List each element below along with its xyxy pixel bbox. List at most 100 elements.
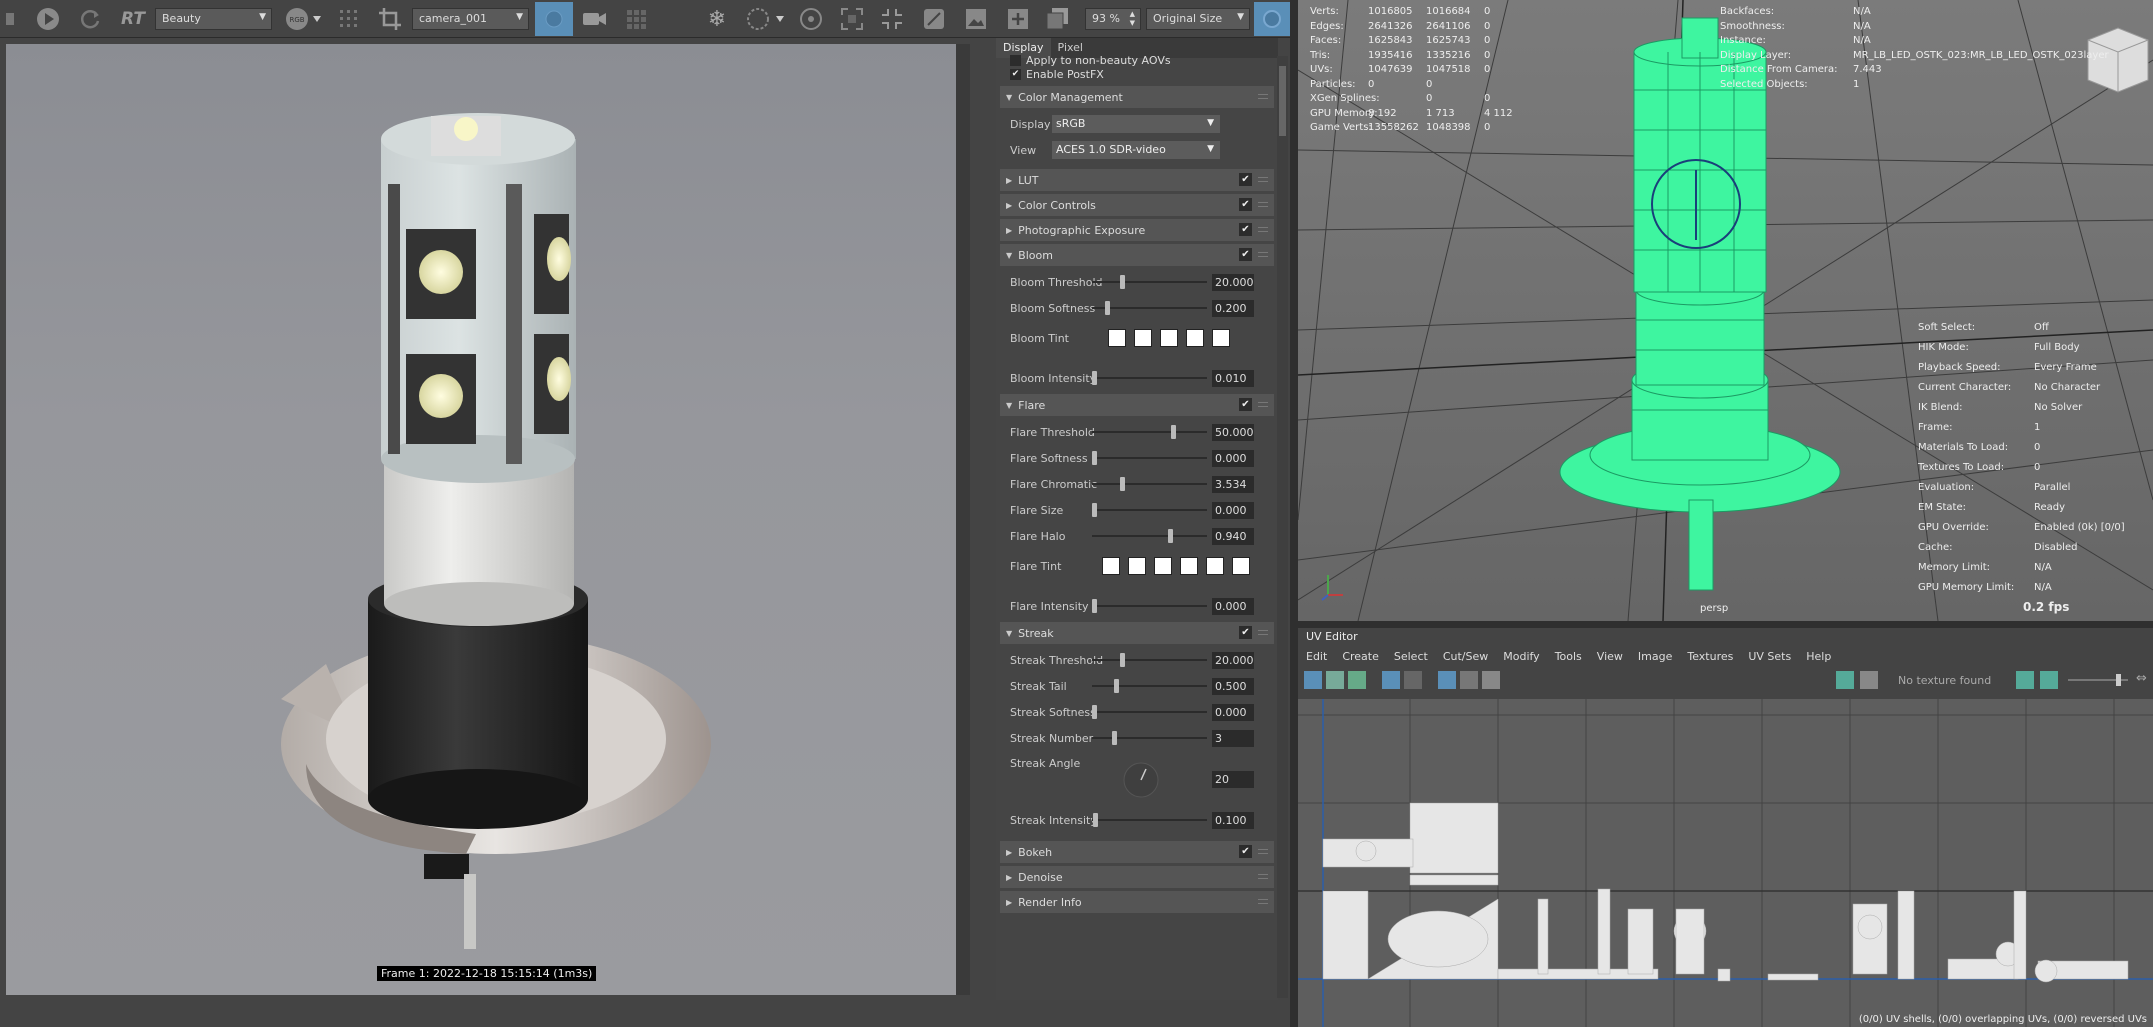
angle-dial-icon[interactable] [1122,761,1160,799]
slider-handle[interactable] [1167,529,1173,543]
expand-icon[interactable]: ⇔ [2136,671,2147,686]
slider-handle[interactable] [1111,731,1117,745]
slider-handle[interactable] [1092,371,1097,385]
flare-threshold-slider[interactable] [1092,425,1207,439]
section-render-info[interactable]: ▶ Render Info [1000,891,1274,913]
slider-handle[interactable] [1119,275,1125,289]
view-select[interactable]: ACES 1.0 SDR-video ▼ [1052,141,1220,159]
photo-exposure-checkbox[interactable]: ✔ [1239,223,1252,236]
copy-icon[interactable] [1044,6,1072,32]
section-bokeh[interactable]: ▶ Bokeh ✔ [1000,841,1274,863]
zoom-field[interactable]: 93 % ▲ ▼ [1085,8,1141,30]
3d-viewport[interactable]: Verts: 1016805 1016684 0 Edges: 2641326 264110… [1298,0,2153,621]
section-denoise[interactable]: ▶ Denoise [1000,866,1274,888]
flare-halo-slider[interactable] [1092,529,1207,543]
uv-menu-item[interactable]: Tools [1555,650,1582,663]
uv-menu-item[interactable]: View [1597,650,1623,663]
pane-splitter-horizontal[interactable] [1298,621,2153,628]
bloom-checkbox[interactable]: ✔ [1239,248,1252,261]
checker-pattern-icon[interactable] [1860,671,1878,689]
bloom-intensity-field[interactable]: 0.010 [1212,370,1254,387]
crop-icon[interactable] [376,6,404,32]
streak-threshold-field[interactable]: 20.000 [1212,652,1254,669]
uv-menu-item[interactable]: Modify [1503,650,1539,663]
enable-postfx-checkbox[interactable]: ✔ [1010,69,1021,80]
uv-menu-item[interactable]: Image [1638,650,1672,663]
texture-image-icon[interactable] [2040,671,2058,689]
section-lut[interactable]: ▶ LUT ✔ [1000,169,1274,191]
streak-number-slider[interactable] [1092,731,1207,745]
slider-handle[interactable] [1171,425,1177,439]
render-view[interactable] [6,44,956,995]
lut-checkbox[interactable]: ✔ [1239,173,1252,186]
section-bloom[interactable]: ▼ Bloom ✔ [1000,244,1274,266]
image-icon[interactable] [962,6,990,32]
drag-handle-icon[interactable] [1258,402,1268,407]
flare-size-field[interactable]: 0.000 [1212,502,1254,519]
uv-canvas[interactable]: (0/0) UV shells, (0/0) overlapping UVs, … [1298,699,2153,1027]
drag-handle-icon[interactable] [1258,874,1268,879]
image-display-icon[interactable] [1836,671,1854,689]
flare-threshold-field[interactable]: 50.000 [1212,424,1254,441]
render-region-toggle[interactable] [535,2,573,36]
section-photographic-exposure[interactable]: ▶ Photographic Exposure ✔ [1000,219,1274,241]
slider-handle[interactable] [1119,477,1125,491]
tint-swatch[interactable] [1154,557,1172,575]
texture-swap-icon[interactable] [2016,671,2034,689]
uv-menu-item[interactable]: Help [1806,650,1831,663]
color-controls-checkbox[interactable]: ✔ [1239,198,1252,211]
flare-chromatic-slider[interactable] [1092,477,1207,491]
bloom-threshold-slider[interactable] [1092,275,1207,289]
rt-toggle[interactable]: RT [118,6,148,32]
drag-handle-icon[interactable] [1258,252,1268,257]
target-icon[interactable] [796,6,826,32]
uv-menu-item[interactable]: Textures [1687,650,1733,663]
frame-fit-icon[interactable] [838,6,866,32]
uv-grid-icon[interactable] [1382,671,1400,689]
slider-handle[interactable] [1092,451,1097,465]
flare-intensity-field[interactable]: 0.000 [1212,598,1254,615]
flare-chromatic-field[interactable]: 3.534 [1212,476,1254,493]
section-color-controls[interactable]: ▶ Color Controls ✔ [1000,194,1274,216]
uv-snap-icon[interactable] [1438,671,1456,689]
tint-swatch[interactable] [1160,329,1178,347]
slider-handle[interactable] [1114,679,1119,693]
bloom-threshold-field[interactable]: 20.000 [1212,274,1254,291]
streak-angle-field[interactable]: 20 [1212,771,1254,788]
uv-camera-icon[interactable] [1482,671,1500,689]
flare-softness-slider[interactable] [1092,451,1207,465]
slider-handle[interactable] [1093,813,1099,827]
tint-swatch[interactable] [1134,329,1152,347]
streak-tail-slider[interactable] [1092,679,1207,693]
region-grid-icon[interactable] [336,6,362,32]
drag-handle-icon[interactable] [1258,94,1268,99]
tiles-icon[interactable] [622,6,650,32]
exposure-slider[interactable] [2068,674,2128,686]
uv-checker-icon[interactable] [1404,671,1422,689]
wand-icon[interactable] [920,6,948,32]
streak-softness-slider[interactable] [1092,705,1207,719]
bloom-softness-slider[interactable] [1092,301,1207,315]
uv-menu-item[interactable]: UV Sets [1748,650,1791,663]
play-icon[interactable] [34,6,62,32]
streak-softness-field[interactable]: 0.000 [1212,704,1254,721]
tint-swatch[interactable] [1212,329,1230,347]
streak-intensity-field[interactable]: 0.100 [1212,812,1254,829]
streak-tail-field[interactable]: 0.500 [1212,678,1254,695]
slider-handle[interactable] [1105,301,1111,315]
flare-intensity-slider[interactable] [1092,599,1207,613]
size-select[interactable]: Original Size ▼ [1146,8,1250,30]
uv-lock-icon[interactable] [1460,671,1478,689]
pane-splitter[interactable] [1290,0,1298,1027]
section-streak[interactable]: ▼ Streak ✔ [1000,622,1274,644]
streak-threshold-slider[interactable] [1092,653,1207,667]
bloom-intensity-slider[interactable] [1092,371,1207,385]
drag-handle-icon[interactable] [1258,227,1268,232]
apply-aovs-checkbox[interactable] [1010,54,1021,66]
flare-checkbox[interactable]: ✔ [1239,398,1252,411]
uv-shell-icon[interactable] [1326,671,1344,689]
uv-menu-item[interactable]: Select [1394,650,1428,663]
panel-scrollbar[interactable] [1277,56,1288,998]
uv-menu-item[interactable]: Edit [1306,650,1327,663]
tint-swatch[interactable] [1128,557,1146,575]
